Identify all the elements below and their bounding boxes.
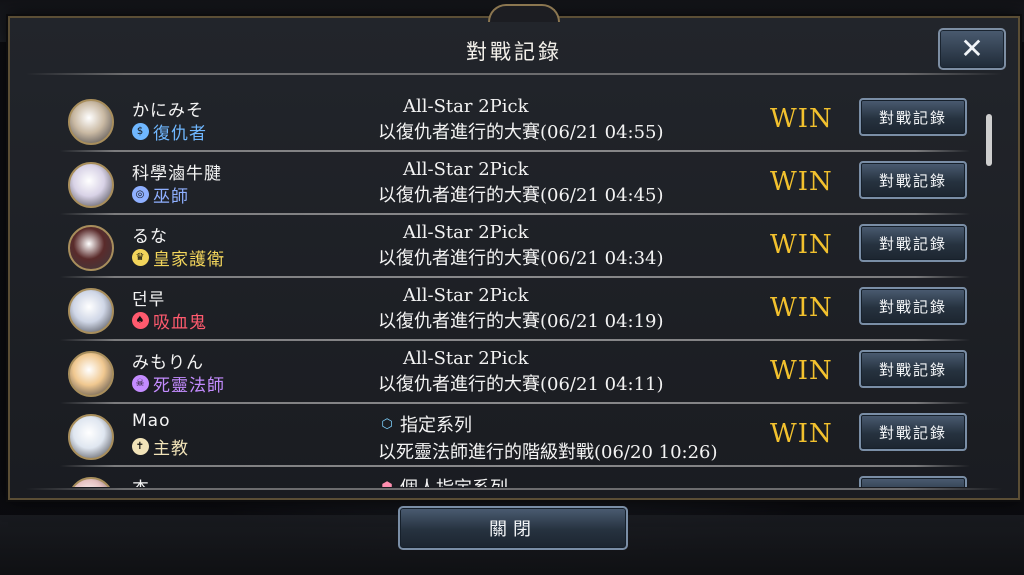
match-info: All-Star 2Pick 以復仇者進行的大賽(06/21 04:45) — [378, 159, 778, 207]
player-class: ◎ 巫師 — [132, 182, 189, 207]
match-info: All-Star 2Pick 以復仇者進行的大賽(06/21 04:11) — [378, 348, 778, 396]
match-detail: 以復仇者進行的大賽(06/21 04:45) — [378, 185, 664, 206]
match-mode: All-Star 2Pick — [403, 96, 529, 117]
close-button[interactable]: 關閉 — [398, 506, 628, 550]
player-name: みもりん — [132, 353, 204, 373]
match-detail: 以復仇者進行的大賽(06/21 04:11) — [378, 374, 664, 395]
match-info: All-Star 2Pick 以復仇者進行的大賽(06/21 04:19) — [378, 285, 778, 333]
player-class: ☠ 死靈法師 — [132, 371, 225, 396]
record-row: Mao ✝ 主教 ⬡ 指定系列以死靈法師進行的階級對戰(06/20 10:26) WIN 對… — [50, 405, 970, 467]
scroll-thumb[interactable] — [986, 114, 992, 166]
close-x-button[interactable]: ✕ — [938, 28, 1006, 70]
match-mode: ⬡ 指定系列 — [378, 411, 778, 437]
match-result: WIN — [770, 230, 833, 260]
modal-title: 對戰記錄 — [466, 40, 562, 64]
modal-ornament — [488, 4, 560, 22]
player-name: かにみそ — [132, 101, 204, 121]
match-info: All-Star 2Pick 以復仇者進行的大賽(06/21 04:34) — [378, 222, 778, 270]
row-divider — [60, 213, 970, 215]
class-name: 皇家護衛 — [153, 250, 225, 270]
match-mode: All-Star 2Pick — [403, 285, 529, 306]
close-icon: ✕ — [960, 32, 984, 65]
class-name: 主教 — [153, 439, 189, 459]
record-row: 杰 ⬢ 個人指定系列 — [50, 468, 970, 487]
match-result: WIN — [770, 104, 833, 134]
match-mode: ⬢ 個人指定系列 — [378, 474, 778, 487]
match-mode-label: 指定系列 — [400, 415, 472, 436]
scrollbar[interactable] — [986, 114, 992, 488]
record-row: 던루 ♠ 吸血鬼 All-Star 2Pick 以復仇者進行的大賽(06/21 04:1… — [50, 279, 970, 341]
row-divider — [60, 150, 970, 152]
match-detail: 以復仇者進行的大賽(06/21 04:34) — [378, 248, 664, 269]
match-detail: 以死靈法師進行的階級對戰(06/20 10:26) — [378, 442, 718, 463]
necromancer-icon: ☠ — [132, 375, 149, 392]
match-mode: All-Star 2Pick — [403, 159, 529, 180]
class-name: 復仇者 — [153, 124, 207, 144]
battle-records-modal: 對戰記錄 ✕ かにみそ $ 復仇者 All-Star 2Pick 以復仇者進行的大賽(0… — [8, 4, 1020, 500]
match-detail: 以復仇者進行的大賽(06/21 04:55) — [378, 122, 664, 143]
player-class: ♠ 吸血鬼 — [132, 308, 207, 333]
class-name: 吸血鬼 — [153, 313, 207, 333]
record-row: みもりん ☠ 死靈法師 All-Star 2Pick 以復仇者進行的大賽(06/21 0… — [50, 342, 970, 404]
runecraft-icon: ◎ — [132, 186, 149, 203]
player-class: $ 復仇者 — [132, 119, 207, 144]
view-record-button[interactable]: 對戰記錄 — [859, 287, 967, 325]
player-name: るな — [132, 227, 168, 247]
match-detail: 以復仇者進行的大賽(06/21 04:19) — [378, 311, 664, 332]
player-name: Mao — [132, 411, 171, 431]
view-record-button[interactable]: 對戰記錄 — [859, 350, 967, 388]
class-name: 死靈法師 — [153, 376, 225, 396]
match-result: WIN — [770, 167, 833, 197]
avatar — [68, 414, 114, 460]
row-divider — [60, 465, 970, 467]
bishop-icon: ✝ — [132, 438, 149, 455]
avatar — [68, 225, 114, 271]
unlimited-shield-icon: ⬢ — [381, 479, 393, 488]
record-row: 科學滷牛腱 ◎ 巫師 All-Star 2Pick 以復仇者進行的大賽(06/21 04… — [50, 153, 970, 215]
view-record-button[interactable] — [859, 476, 967, 487]
player-name: 杰 — [132, 474, 150, 487]
row-divider — [60, 402, 970, 404]
row-divider — [60, 339, 970, 341]
royal-icon: ♛ — [132, 249, 149, 266]
match-result: WIN — [770, 293, 833, 323]
avatar — [68, 351, 114, 397]
player-class: ✝ 主教 — [132, 434, 189, 459]
match-info: All-Star 2Pick 以復仇者進行的大賽(06/21 04:55) — [378, 96, 778, 144]
row-divider — [60, 276, 970, 278]
avatar — [68, 288, 114, 334]
view-record-button[interactable]: 對戰記錄 — [859, 98, 967, 136]
match-info: ⬡ 指定系列以死靈法師進行的階級對戰(06/20 10:26) — [378, 411, 778, 464]
player-name: 科學滷牛腱 — [132, 164, 222, 184]
match-mode-label: 個人指定系列 — [400, 474, 508, 487]
match-result: WIN — [770, 419, 833, 449]
title-divider — [26, 73, 1002, 75]
match-result: WIN — [770, 356, 833, 386]
player-name: 던루 — [132, 290, 166, 310]
match-mode: All-Star 2Pick — [403, 348, 529, 369]
records-list[interactable]: かにみそ $ 復仇者 All-Star 2Pick 以復仇者進行的大賽(06/21 04… — [50, 90, 970, 487]
view-record-button[interactable]: 對戰記錄 — [859, 413, 967, 451]
avatar — [68, 477, 114, 487]
avatar — [68, 162, 114, 208]
bottom-divider — [26, 488, 1002, 490]
record-row: かにみそ $ 復仇者 All-Star 2Pick 以復仇者進行的大賽(06/21 04… — [50, 90, 970, 152]
match-mode: All-Star 2Pick — [403, 222, 529, 243]
player-class: ♛ 皇家護衛 — [132, 245, 225, 270]
avenger-icon: $ — [132, 123, 149, 140]
record-row: るな ♛ 皇家護衛 All-Star 2Pick 以復仇者進行的大賽(06/21 04:… — [50, 216, 970, 278]
view-record-button[interactable]: 對戰記錄 — [859, 161, 967, 199]
rotation-shield-icon: ⬡ — [381, 416, 393, 432]
avatar — [68, 99, 114, 145]
class-name: 巫師 — [153, 187, 189, 207]
view-record-button[interactable]: 對戰記錄 — [859, 224, 967, 262]
vampire-icon: ♠ — [132, 312, 149, 329]
match-info: ⬢ 個人指定系列 — [378, 474, 778, 487]
